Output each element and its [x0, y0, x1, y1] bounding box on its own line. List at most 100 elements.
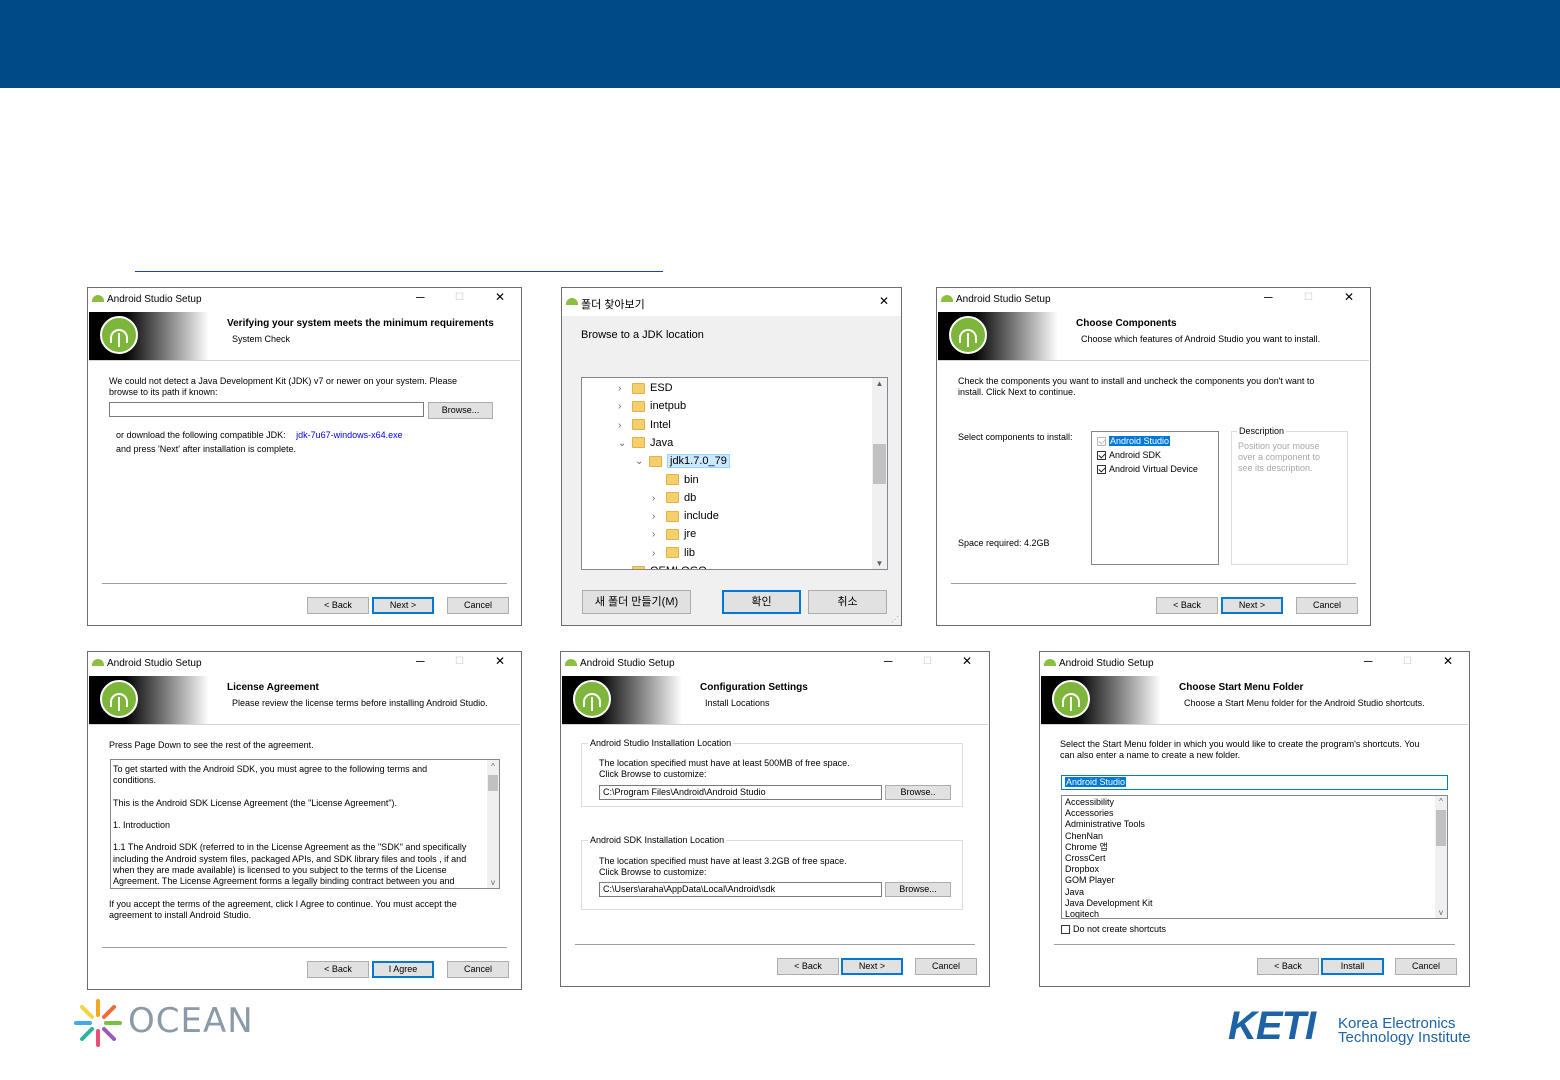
scroll-down-icon[interactable]: v	[1435, 908, 1447, 917]
scroll-up-icon[interactable]: ^	[1435, 797, 1447, 806]
folder-list-item[interactable]: ChenNan	[1065, 831, 1153, 842]
component-item[interactable]: Android SDK	[1097, 448, 1218, 462]
no-shortcuts-row[interactable]: Do not create shortcuts	[1061, 924, 1166, 935]
component-checkbox[interactable]	[1097, 437, 1106, 447]
title-bar[interactable]: Android Studio Setup ─ ☐ ✕	[88, 652, 521, 674]
start-menu-folder-input[interactable]: Android Studio	[1061, 775, 1448, 790]
component-item[interactable]: Android Virtual Device	[1097, 462, 1218, 476]
cancel-button[interactable]: Cancel	[447, 597, 509, 614]
tree-item[interactable]: › lib	[652, 545, 695, 561]
scroll-up-icon[interactable]: ^	[487, 762, 499, 771]
sdk-browse-button[interactable]: Browse...	[885, 882, 951, 897]
cancel-button[interactable]: Cancel	[447, 961, 509, 978]
minimize-icon[interactable]: ─	[1364, 654, 1373, 668]
next-button[interactable]: Next >	[1221, 597, 1283, 614]
cancel-button[interactable]: Cancel	[915, 958, 977, 975]
no-shortcuts-checkbox[interactable]	[1061, 925, 1070, 935]
sdk-path-input[interactable]: C:\Users\araha\AppData\Local\Android\sdk	[599, 882, 882, 897]
scroll-up-icon[interactable]: ▲	[872, 379, 887, 388]
tree-item[interactable]: › db	[652, 490, 696, 506]
folder-list-item[interactable]: CrossCert	[1065, 853, 1153, 864]
folder-list-item[interactable]: Dropbox	[1065, 864, 1153, 875]
component-checkbox[interactable]	[1097, 465, 1106, 475]
close-icon[interactable]: ✕	[1443, 654, 1453, 668]
close-icon[interactable]: ✕	[495, 290, 505, 304]
expand-chevron-icon[interactable]: ›	[652, 546, 666, 562]
scroll-thumb[interactable]	[873, 444, 886, 484]
title-bar[interactable]: Android Studio Setup ─ ☐ ✕	[1040, 652, 1469, 674]
tree-item[interactable]: ⌄ jdk1.7.0_79	[635, 453, 730, 469]
close-icon[interactable]: ✕	[495, 654, 505, 668]
close-icon[interactable]: ✕	[1344, 290, 1354, 304]
back-button[interactable]: < Back	[777, 958, 839, 975]
ok-button[interactable]: 확인	[722, 590, 801, 614]
tree-item[interactable]: › include	[652, 508, 719, 524]
folder-list-item[interactable]: Java	[1065, 887, 1153, 898]
tree-item[interactable]: › jre	[652, 526, 696, 542]
folder-list-item[interactable]: GOM Player	[1065, 875, 1153, 886]
minimize-icon[interactable]: ─	[884, 654, 893, 668]
download-link-underline[interactable]	[135, 271, 663, 272]
scroll-down-icon[interactable]: v	[487, 878, 499, 887]
component-item[interactable]: Android Studio	[1097, 434, 1218, 448]
components-list[interactable]: Android Studio Android SDK Android Virtual…	[1091, 431, 1219, 565]
cancel-button[interactable]: Cancel	[1296, 597, 1358, 614]
scroll-down-icon[interactable]: ▼	[872, 559, 887, 568]
license-textbox[interactable]: To get started with the Android SDK, you…	[110, 759, 500, 889]
expand-chevron-icon[interactable]: ⌄	[618, 436, 632, 452]
jdk-download-link[interactable]: jdk-7u67-windows-x64.exe	[296, 430, 403, 440]
resize-grip-icon[interactable]: ⋰	[891, 615, 899, 624]
component-checkbox[interactable]	[1097, 451, 1106, 461]
tree-item[interactable]: OEMLOGO	[618, 563, 707, 569]
back-button[interactable]: < Back	[1156, 597, 1218, 614]
minimize-icon[interactable]: ─	[416, 654, 425, 668]
close-icon[interactable]: ✕	[962, 654, 972, 668]
tree-item[interactable]: ⌄ Java	[618, 435, 673, 451]
tree-item[interactable]: › ESD	[618, 380, 673, 396]
install-button[interactable]: Install	[1321, 958, 1384, 975]
cancel-button[interactable]: 취소	[808, 590, 887, 614]
title-bar[interactable]: Android Studio Setup ─ ☐ ✕	[561, 652, 989, 674]
title-bar[interactable]: Android Studio Setup ─ ☐ ✕	[88, 288, 521, 310]
tree-item[interactable]: › Intel	[618, 417, 671, 433]
next-button[interactable]: Next >	[841, 958, 903, 975]
cancel-button[interactable]: Cancel	[1395, 958, 1457, 975]
minimize-icon[interactable]: ─	[1264, 290, 1273, 304]
title-bar[interactable]: 폴더 찾아보기 ✕	[562, 288, 901, 316]
tree-scrollbar[interactable]: ▲ ▼	[872, 378, 887, 569]
back-button[interactable]: < Back	[307, 961, 369, 978]
folder-tree[interactable]: › ESD › inetpub › Intel ⌄ Java ⌄ jdk1.7.0_79bin › d…	[581, 377, 888, 570]
minimize-icon[interactable]: ─	[416, 290, 425, 304]
folder-list-scrollbar[interactable]: ^ v	[1435, 796, 1447, 918]
folder-list-item[interactable]: Java Development Kit	[1065, 898, 1153, 909]
scroll-thumb[interactable]	[488, 775, 498, 791]
folder-list-item[interactable]: Logitech	[1065, 909, 1153, 918]
tree-item[interactable]: bin	[652, 472, 699, 488]
expand-chevron-icon[interactable]: ⌄	[635, 454, 649, 470]
jdk-path-input[interactable]	[109, 402, 424, 417]
i-agree-button[interactable]: I Agree	[372, 961, 434, 978]
studio-path-input[interactable]: C:\Program Files\Android\Android Studio	[599, 785, 882, 800]
expand-chevron-icon[interactable]: ›	[652, 509, 666, 525]
folder-list-item[interactable]: Chrome 앱	[1065, 842, 1153, 853]
close-icon[interactable]: ✕	[879, 294, 889, 308]
expand-chevron-icon[interactable]: ›	[652, 491, 666, 507]
new-folder-button[interactable]: 새 폴더 만들기(M)	[582, 590, 691, 614]
expand-chevron-icon[interactable]: ›	[618, 418, 632, 434]
start-menu-folder-list[interactable]: Accessibility Accessories Administrative T…	[1061, 795, 1448, 919]
expand-chevron-icon[interactable]: ›	[618, 381, 632, 397]
folder-list-item[interactable]: Accessories	[1065, 808, 1153, 819]
tree-item[interactable]: › inetpub	[618, 398, 686, 414]
expand-chevron-icon[interactable]: ›	[652, 527, 666, 543]
title-bar[interactable]: Android Studio Setup ─ ☐ ✕	[937, 288, 1370, 310]
folder-list-item[interactable]: Accessibility	[1065, 797, 1153, 808]
next-button[interactable]: Next >	[372, 597, 434, 614]
license-scrollbar[interactable]: ^ v	[487, 760, 499, 888]
browse-button[interactable]: Browse...	[428, 402, 493, 419]
back-button[interactable]: < Back	[307, 597, 369, 614]
studio-browse-button[interactable]: Browse..	[885, 785, 951, 800]
folder-list-item[interactable]: Administrative Tools	[1065, 819, 1153, 830]
back-button[interactable]: < Back	[1257, 958, 1319, 975]
expand-chevron-icon[interactable]: ›	[618, 399, 632, 415]
scroll-thumb[interactable]	[1436, 810, 1446, 846]
